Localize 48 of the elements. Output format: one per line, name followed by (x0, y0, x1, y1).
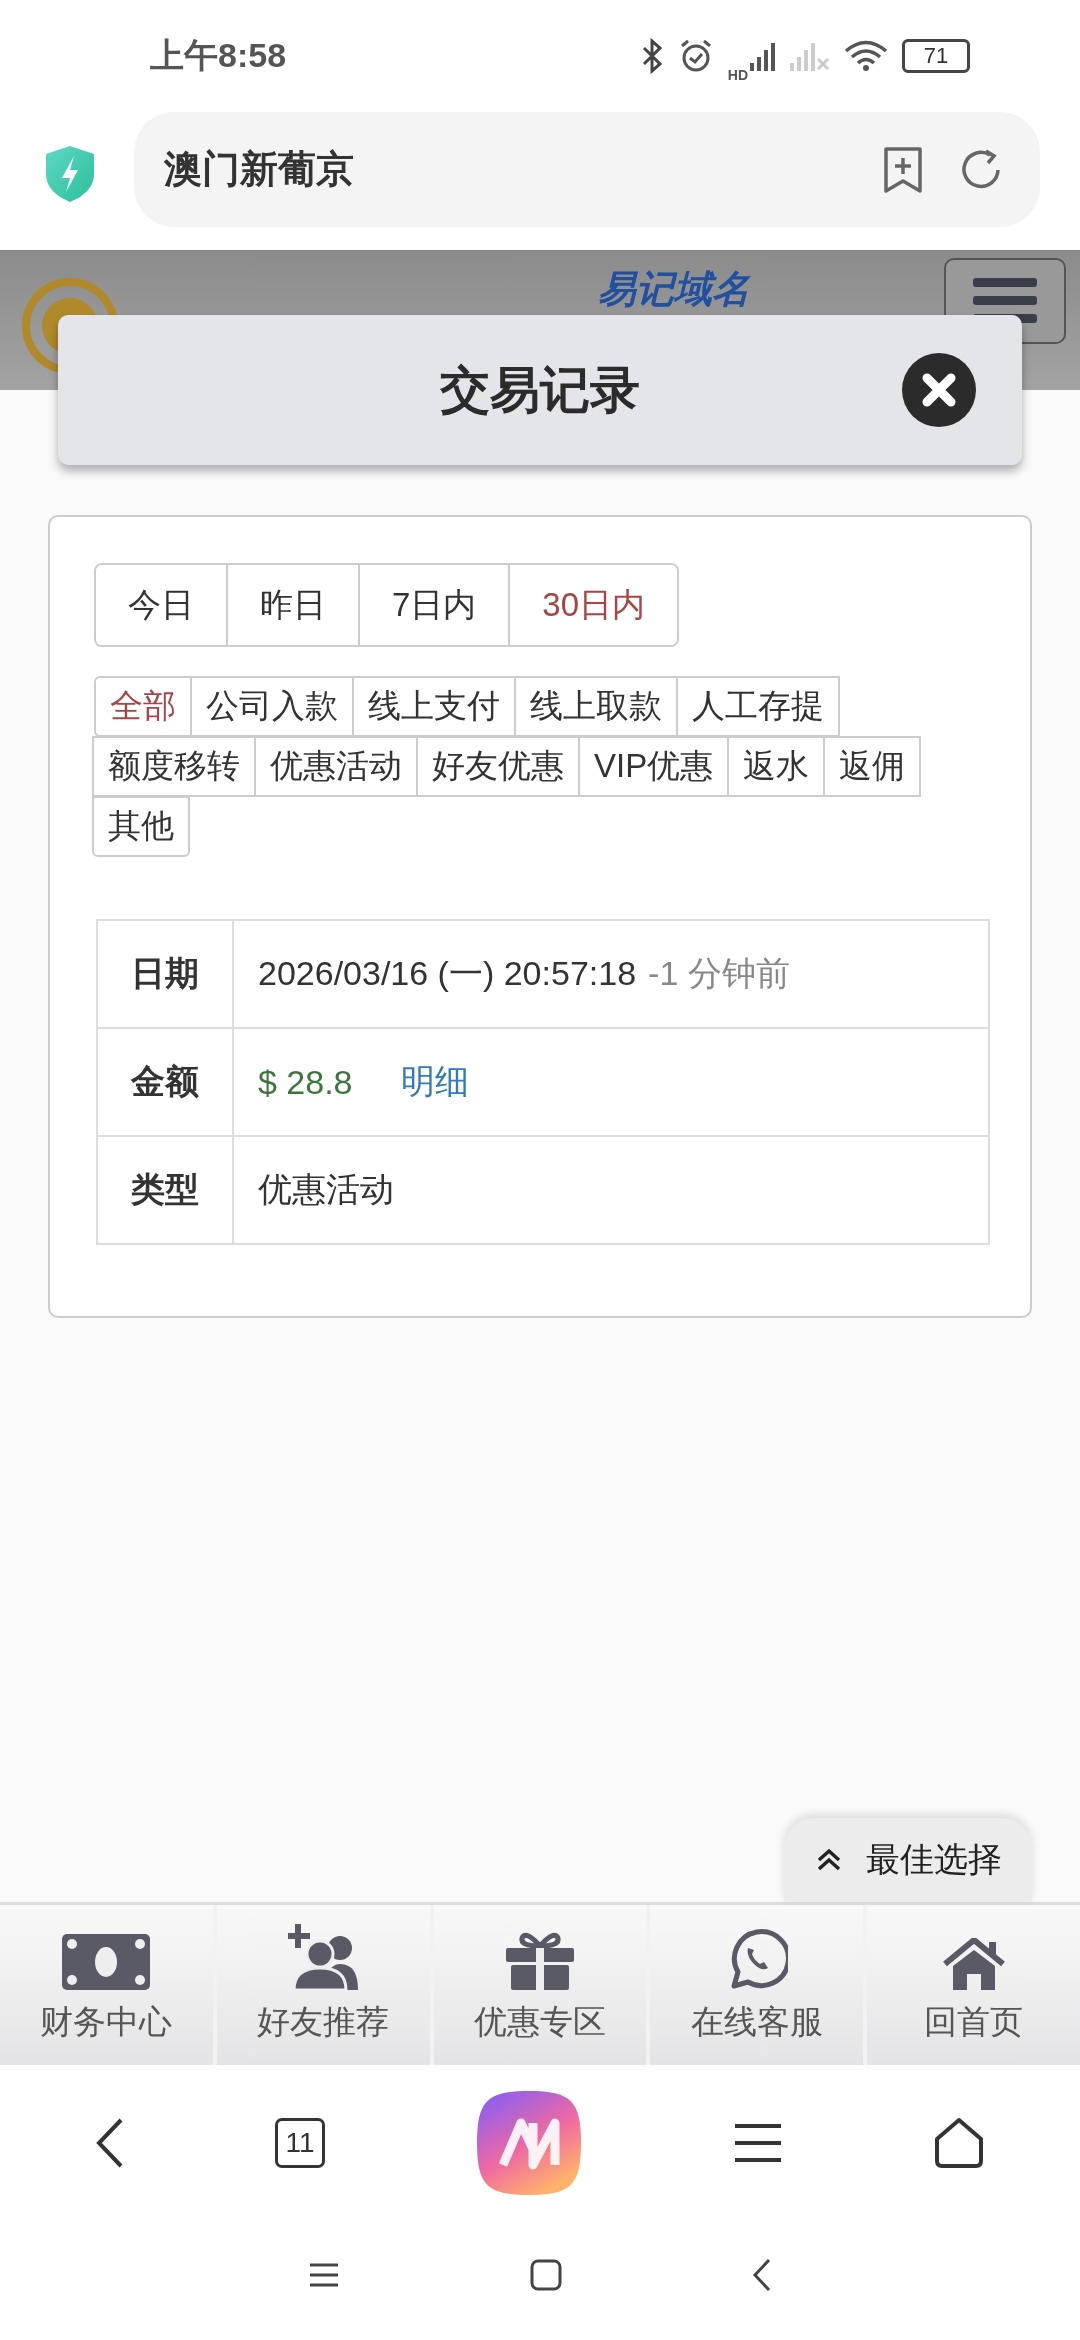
no-signal-icon (790, 41, 830, 71)
network-label: HD (727, 67, 748, 83)
banknote-icon (62, 1934, 151, 1990)
home-icon (942, 1938, 1005, 1990)
tab-count-button[interactable]: 11 (275, 2117, 325, 2168)
site-tagline: 易记域名 (598, 267, 750, 312)
category-tab[interactable]: 人工存提 (676, 676, 840, 737)
category-tab[interactable]: 额度移转 (92, 736, 256, 797)
relative-time: -1 分钟前 (648, 953, 790, 994)
back-icon[interactable] (95, 2116, 125, 2169)
category-tab[interactable]: 返佣 (823, 736, 922, 797)
signal-icon (750, 41, 776, 71)
category-tab[interactable]: VIP优惠 (578, 736, 730, 797)
date-value: 2026/03/16 (一) 20:57:18 (258, 953, 637, 994)
double-chevron-up-icon (816, 1848, 842, 1872)
category-tab[interactable]: 全部 (94, 676, 192, 737)
detail-link[interactable]: 明细 (400, 1059, 469, 1105)
recents-icon[interactable] (308, 2262, 340, 2288)
category-tab[interactable]: 线上支付 (352, 676, 516, 737)
category-tab[interactable]: 其他 (92, 796, 190, 857)
category-tab[interactable]: 好友优惠 (416, 736, 580, 797)
modal-title: 交易记录 (440, 360, 640, 420)
amount-value: $ 28.8 (258, 1062, 353, 1102)
status-time: 上午8:58 (150, 35, 287, 76)
home-icon[interactable] (933, 2116, 985, 2169)
add-friends-icon (288, 1924, 359, 1990)
gift-icon (506, 1930, 574, 1990)
category-tab[interactable]: 优惠活动 (254, 736, 418, 797)
category-tab[interactable]: 公司入款 (190, 676, 354, 737)
bookmark-add-icon[interactable] (882, 144, 924, 195)
close-icon[interactable] (902, 353, 976, 427)
nav-item[interactable]: 财务中心 (0, 1905, 213, 2065)
wifi-icon (844, 40, 888, 72)
menu-icon[interactable] (733, 2122, 783, 2163)
shield-icon (44, 144, 96, 204)
category-tab[interactable]: 线上取款 (514, 676, 678, 737)
table-cell: 日期 (98, 921, 234, 1027)
app-logo-icon[interactable] (475, 2088, 583, 2197)
date-tab[interactable]: 30日内 (508, 565, 678, 645)
home-square-icon[interactable] (530, 2259, 562, 2291)
category-tab[interactable]: 返水 (727, 736, 826, 797)
type-value: 优惠活动 (258, 1169, 394, 1210)
table-cell: 金额 (98, 1029, 234, 1135)
battery-icon: 71 (902, 39, 970, 73)
back-icon[interactable] (752, 2258, 772, 2292)
best-choice-button[interactable]: 最佳选择 (784, 1818, 1032, 1902)
address-bar[interactable]: 澳门新葡京 (134, 112, 1040, 227)
table-cell: 类型 (98, 1137, 234, 1243)
